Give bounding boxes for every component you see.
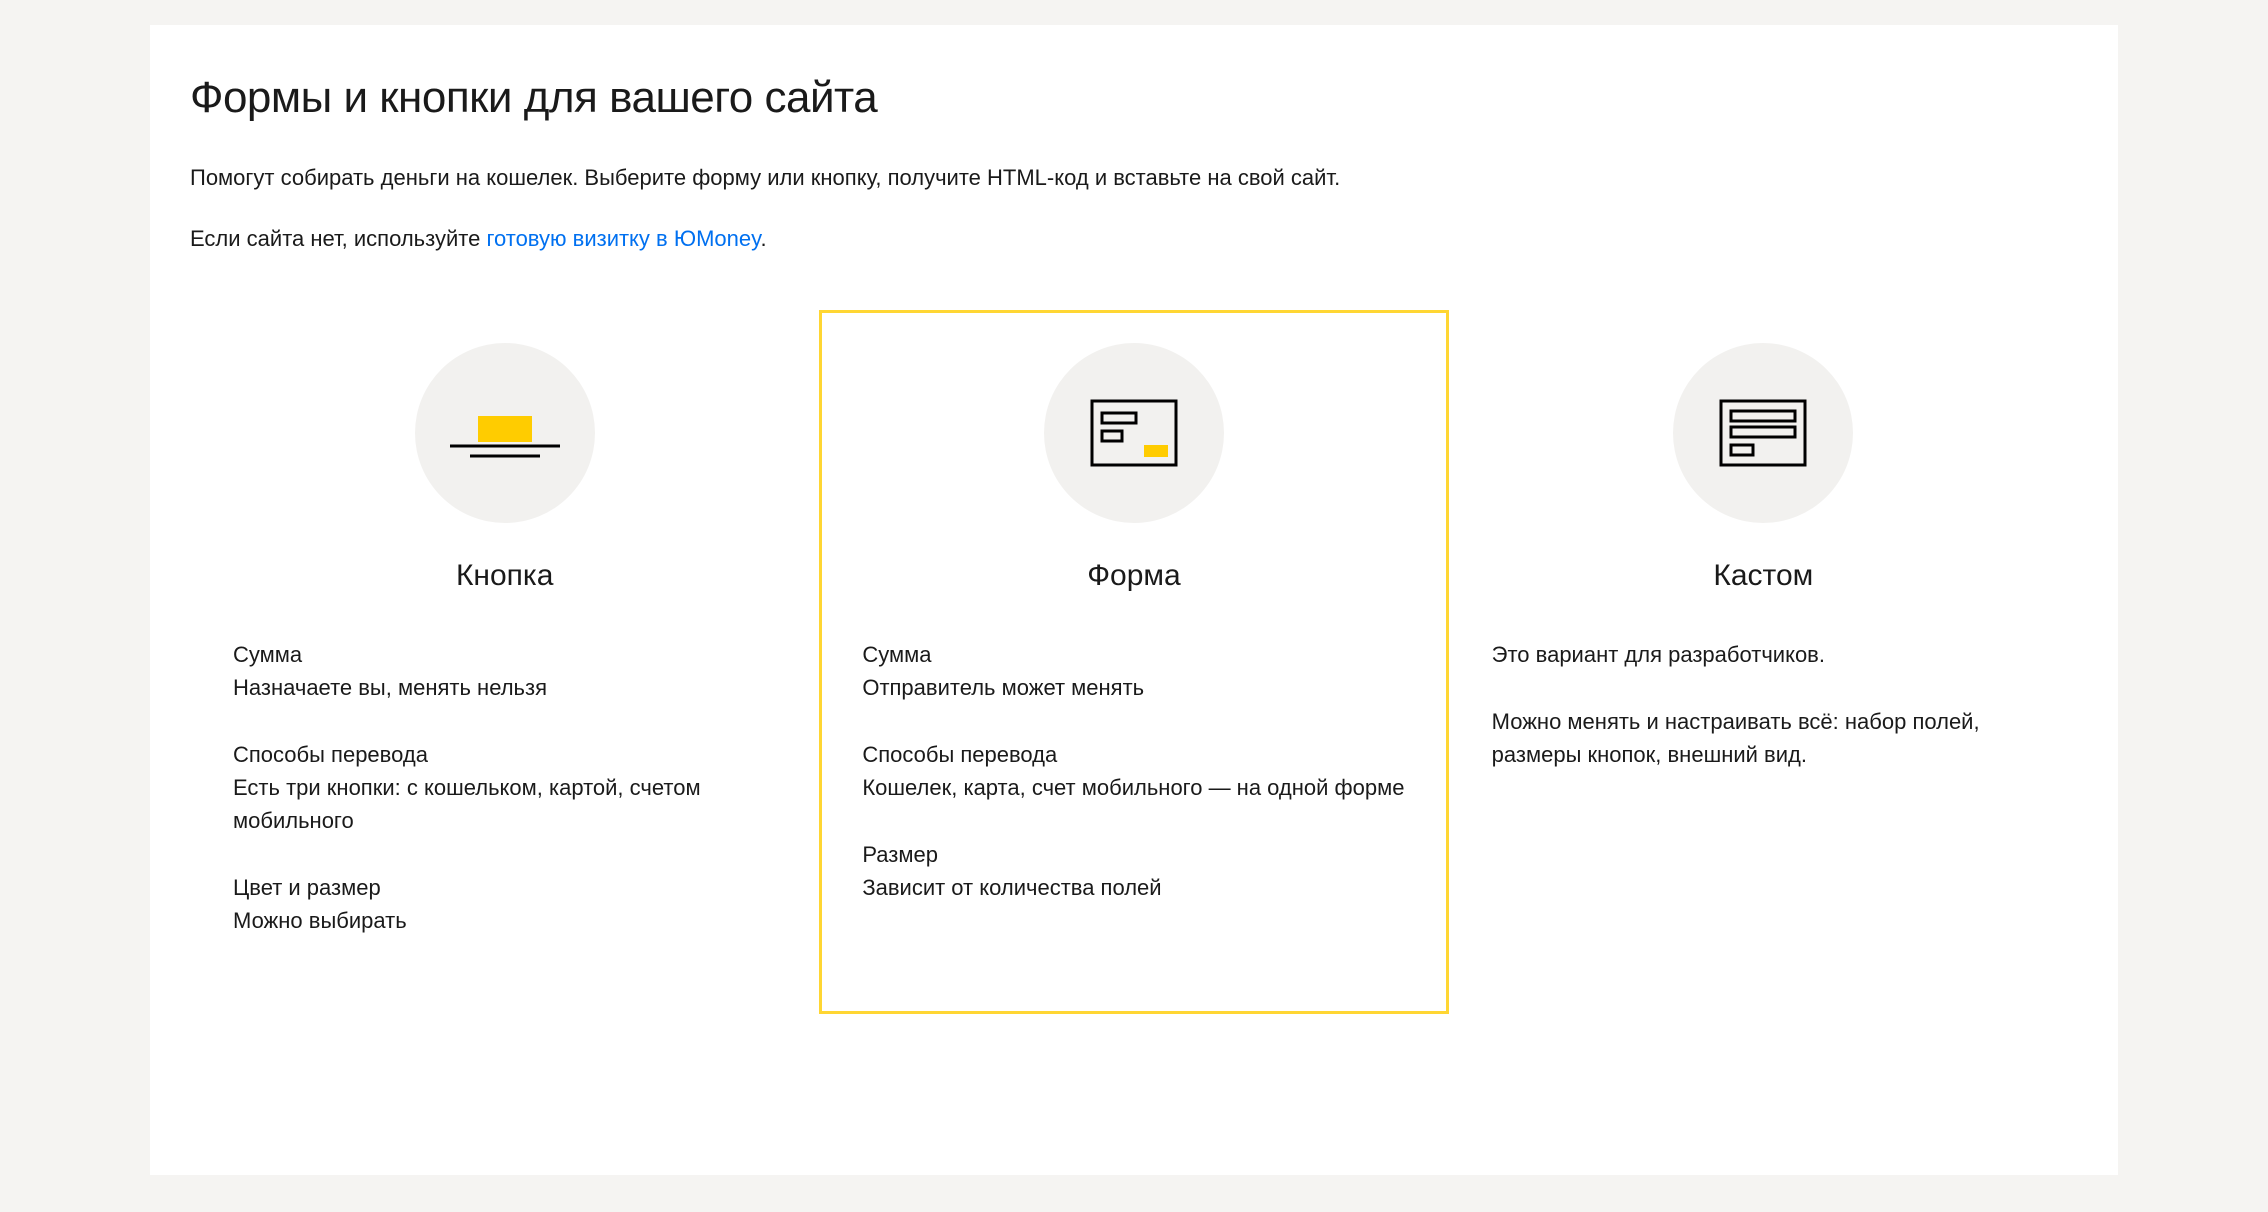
feature-value: Можно выбирать [233, 904, 776, 937]
feature-value: Зависит от количества полей [862, 871, 1405, 904]
feature-value: Есть три кнопки: с кошельком, картой, сч… [233, 771, 776, 837]
intro2-prefix: Если сайта нет, используйте [190, 226, 486, 251]
feature-value: Отправитель может менять [862, 671, 1405, 704]
form-icon [1084, 393, 1184, 473]
page-title: Формы и кнопки для вашего сайта [190, 65, 2078, 131]
button-icon [440, 398, 570, 468]
option-button-feature-2: Цвет и размер Можно выбирать [233, 871, 776, 937]
feature-label: Способы перевода [233, 738, 776, 771]
options-row: Кнопка Сумма Назначаете вы, менять нельз… [190, 310, 2078, 1014]
option-button-title: Кнопка [233, 553, 776, 598]
intro-link-yoomoney[interactable]: готовую визитку в ЮMoney [486, 226, 760, 251]
option-button[interactable]: Кнопка Сумма Назначаете вы, менять нельз… [190, 310, 819, 1014]
option-button-feature-1: Способы перевода Есть три кнопки: с коше… [233, 738, 776, 837]
feature-value: Назначаете вы, менять нельзя [233, 671, 776, 704]
feature-label: Цвет и размер [233, 871, 776, 904]
intro-line-2: Если сайта нет, используйте готовую визи… [190, 222, 2078, 255]
option-form-icon-wrap [1044, 343, 1224, 523]
option-form-feature-0: Сумма Отправитель может менять [862, 638, 1405, 704]
feature-value: Кошелек, карта, счет мобильного — на одн… [862, 771, 1405, 804]
option-button-icon-wrap [415, 343, 595, 523]
custom-form-icon [1713, 393, 1813, 473]
option-form-feature-2: Размер Зависит от количества полей [862, 838, 1405, 904]
option-form-title: Форма [862, 553, 1405, 598]
feature-label: Сумма [862, 638, 1405, 671]
option-form-feature-1: Способы перевода Кошелек, карта, счет мо… [862, 738, 1405, 804]
option-custom-title: Кастом [1492, 553, 2035, 598]
intro2-suffix: . [760, 226, 766, 251]
option-custom[interactable]: Кастом Это вариант для разработчиков. Мо… [1449, 310, 2078, 1014]
feature-label: Размер [862, 838, 1405, 871]
option-custom-icon-wrap [1673, 343, 1853, 523]
option-custom-paragraph-1: Это вариант для разработчиков. [1492, 638, 2035, 671]
option-button-feature-0: Сумма Назначаете вы, менять нельзя [233, 638, 776, 704]
content-card: Формы и кнопки для вашего сайта Помогут … [150, 25, 2118, 1175]
feature-label: Сумма [233, 638, 776, 671]
feature-label: Способы перевода [862, 738, 1405, 771]
option-form[interactable]: Форма Сумма Отправитель может менять Спо… [819, 310, 1448, 1014]
intro-line-1: Помогут собирать деньги на кошелек. Выбе… [190, 161, 2078, 194]
option-custom-paragraph-2: Можно менять и настраивать всё: набор по… [1492, 705, 2035, 771]
